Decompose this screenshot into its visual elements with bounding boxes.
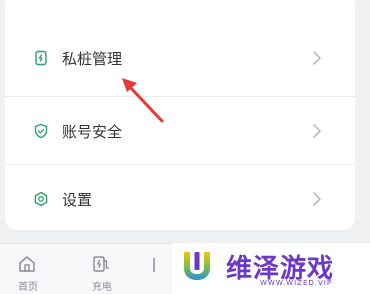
menu-item-label: 账号安全 — [62, 122, 123, 141]
charging-icon — [93, 256, 109, 272]
menu-card: 私桩管理 账号安全 设置 — [5, 0, 355, 230]
tab-label: 首页 — [18, 282, 38, 293]
menu-item-settings[interactable]: 设置 — [5, 166, 355, 232]
divider — [5, 164, 355, 165]
watermark: 维泽游戏 WWW.WIZED.VIP — [172, 243, 370, 294]
private-charger-icon — [35, 50, 47, 66]
divider — [5, 96, 355, 97]
menu-item-label: 私桩管理 — [62, 49, 123, 68]
home-icon — [19, 256, 35, 272]
tab-label: 充电 — [92, 282, 112, 293]
shield-icon — [34, 123, 48, 139]
chevron-right-icon — [313, 51, 321, 65]
tab-partial-icon[interactable] — [150, 254, 170, 274]
tab-charging[interactable]: 充电 — [72, 244, 132, 294]
menu-item-private-charger[interactable]: 私桩管理 — [5, 25, 355, 91]
annotation-arrow-icon — [122, 78, 164, 123]
tab-home[interactable]: 首页 — [0, 244, 58, 294]
menu-item-account-security[interactable]: 账号安全 — [5, 98, 355, 164]
chevron-right-icon — [313, 192, 321, 206]
settings-gear-icon — [34, 191, 48, 207]
menu-item-label: 设置 — [62, 190, 93, 209]
watermark-logo-icon — [184, 252, 210, 280]
screen: 私桩管理 账号安全 设置 首页 充电 维泽游戏 WWW.WIZED.VIP — [0, 0, 370, 294]
chevron-right-icon — [313, 124, 321, 138]
watermark-url: WWW.WIZED.VIP — [260, 279, 333, 287]
